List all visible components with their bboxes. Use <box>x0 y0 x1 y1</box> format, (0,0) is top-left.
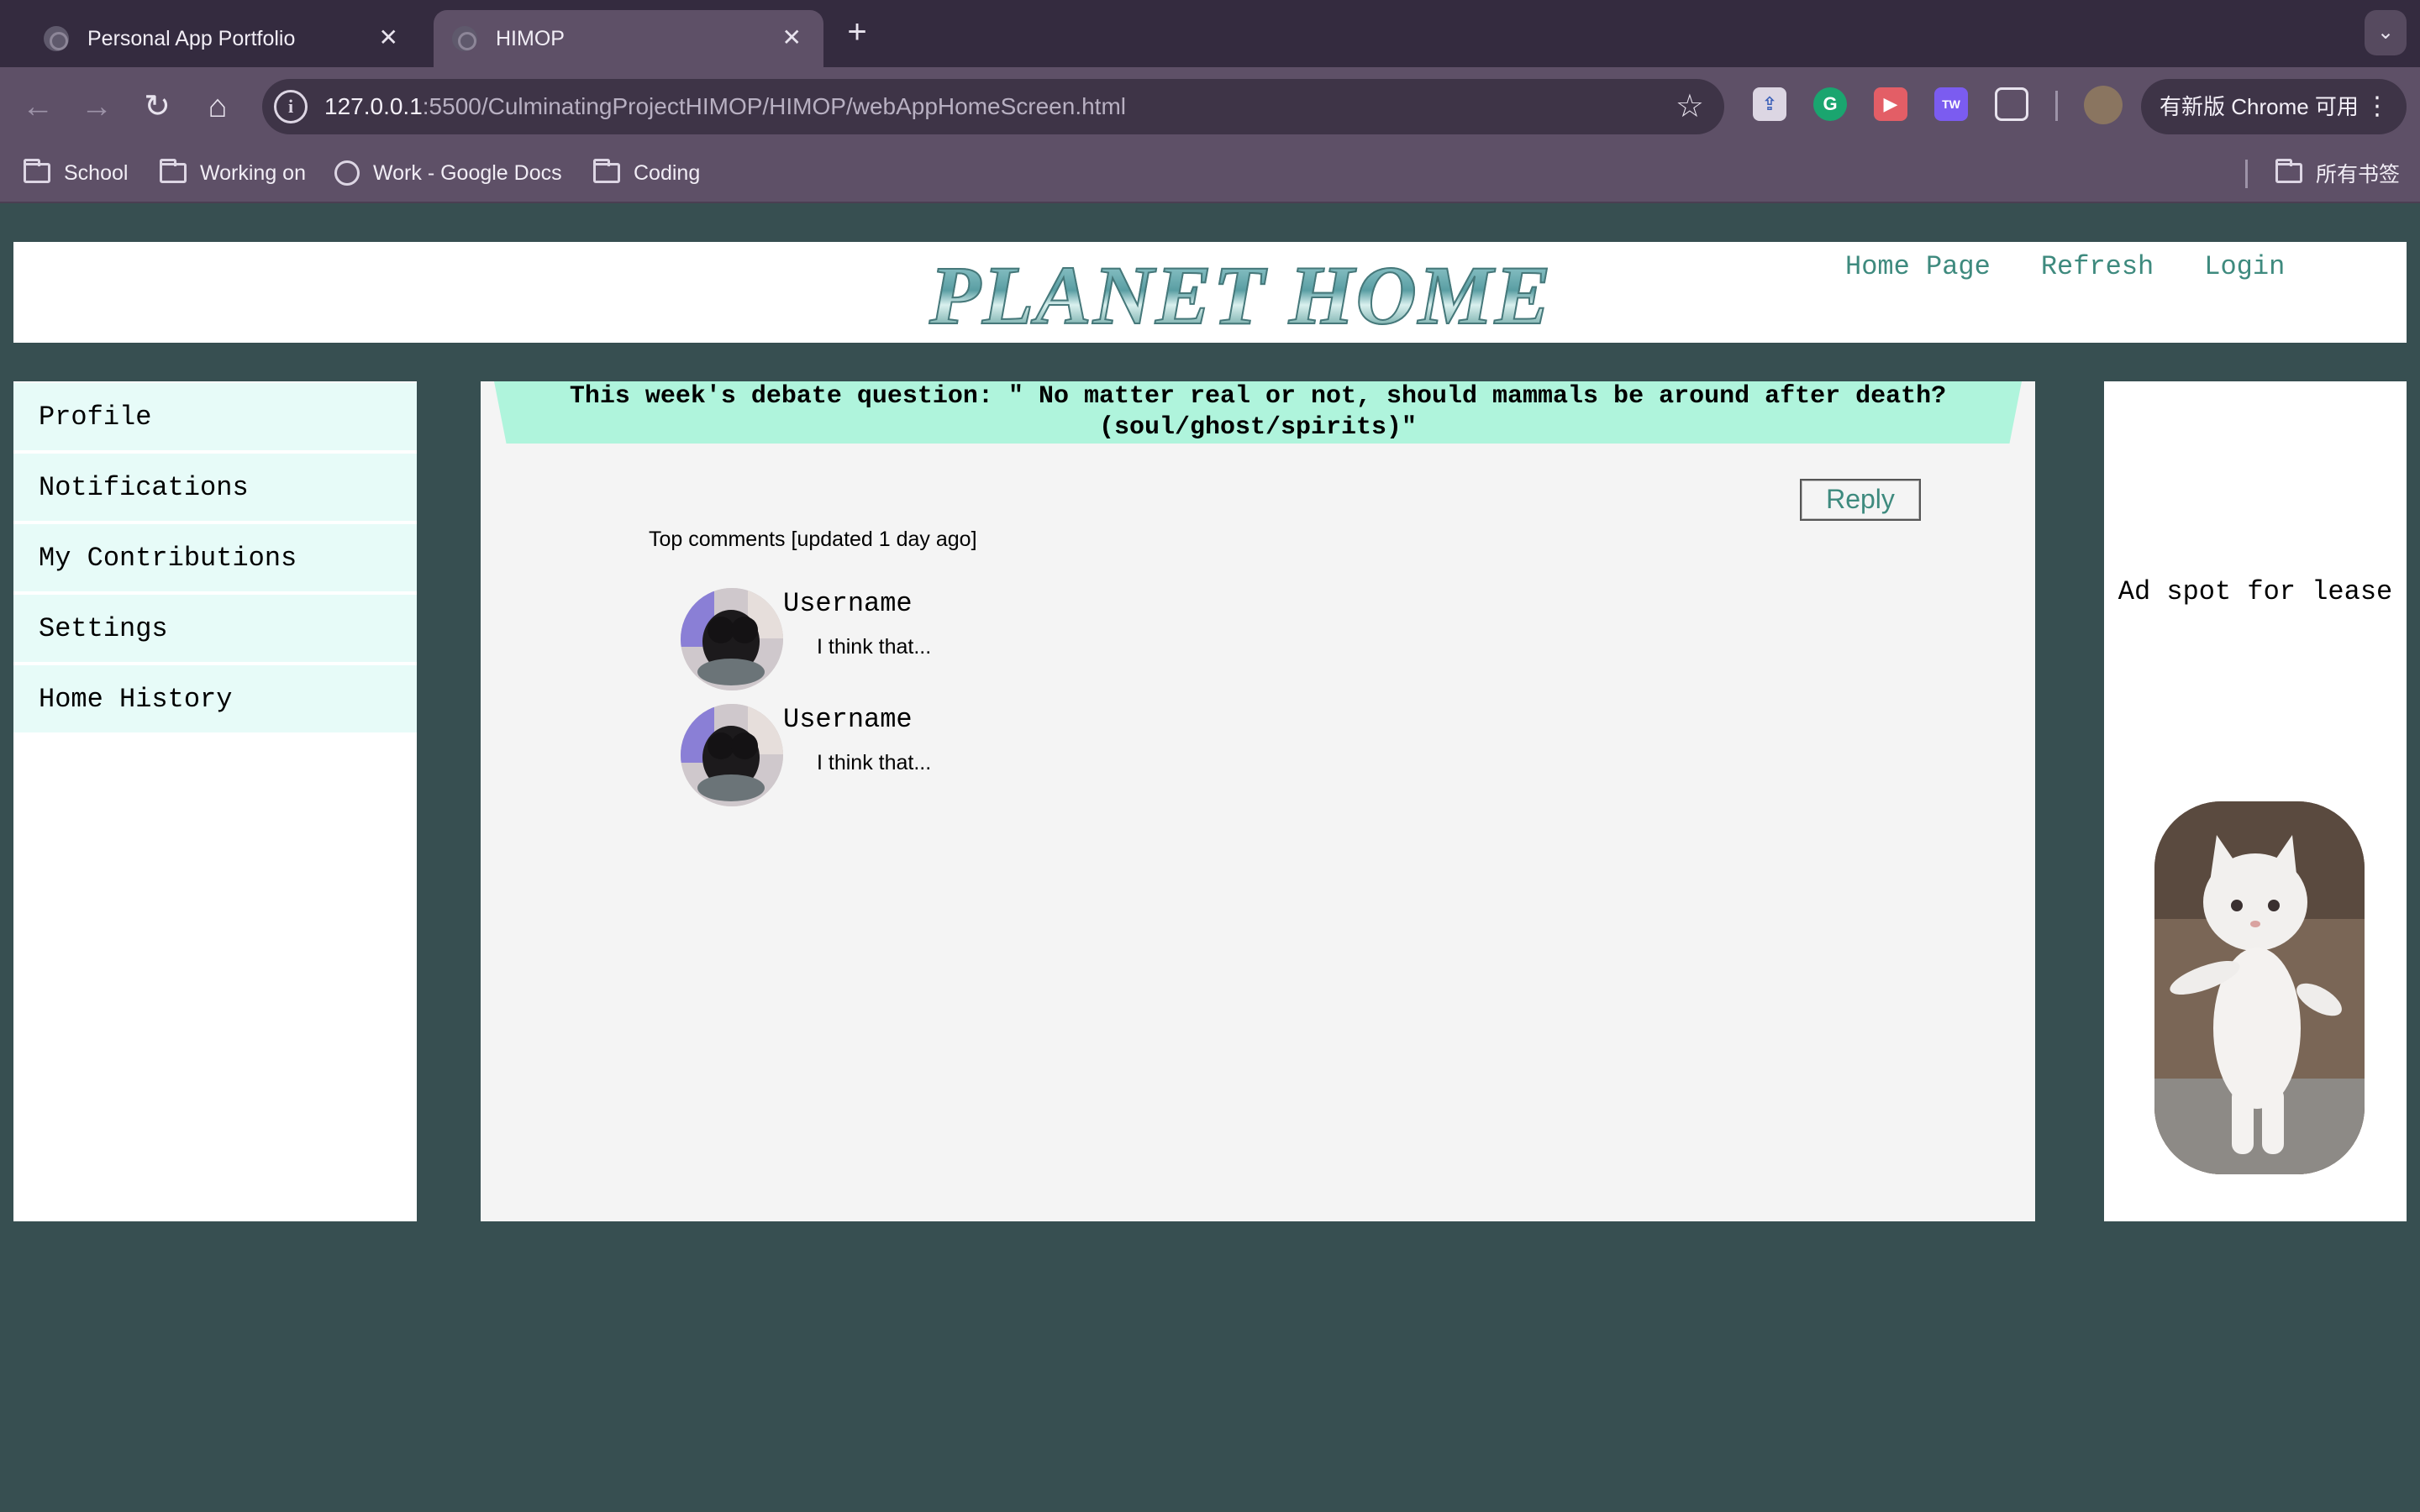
avatar <box>681 588 783 690</box>
profile-avatar[interactable] <box>2084 86 2123 124</box>
browser-tab-bar: Personal App Portfolio ✕ HIMOP ✕ + ⌄ <box>0 0 2420 67</box>
site-header: PLANET HOME Home Page Refresh Login <box>13 242 2407 343</box>
bookmark-working-on[interactable]: Working on <box>160 144 306 202</box>
debate-question-line1: This week's debate question: " No matter… <box>569 382 1947 411</box>
site-info-icon[interactable]: i <box>274 90 308 123</box>
browser-tab-portfolio[interactable]: Personal App Portfolio ✕ <box>25 10 420 67</box>
home-icon[interactable]: ⌂ <box>197 86 239 128</box>
browser-tab-himop[interactable]: HIMOP ✕ <box>434 10 823 67</box>
comments-heading: Top comments [updated 1 day ago] <box>649 528 977 551</box>
folder-icon <box>593 159 620 183</box>
forward-icon[interactable]: → <box>76 86 118 128</box>
ad-sidebar: Ad spot for lease <box>2104 381 2407 1221</box>
tab-search-button[interactable]: ⌄ <box>2365 10 2407 55</box>
debate-question-line2: (soul/ghost/spirits)" <box>1098 413 1418 442</box>
sidebar-item-profile[interactable]: Profile <box>13 383 417 452</box>
bookmark-school[interactable]: School <box>24 144 128 202</box>
close-icon[interactable]: ✕ <box>379 25 398 50</box>
puppy-avatar-icon <box>681 704 783 806</box>
web-page: PLANET HOME Home Page Refresh Login Prof… <box>0 203 2420 1512</box>
bookmark-star-icon[interactable]: ☆ <box>1676 86 1704 128</box>
cat-ad-image[interactable] <box>2154 801 2365 1174</box>
comment-text: I think that... <box>817 751 932 774</box>
chrome-update-button[interactable]: 有新版 Chrome 可用 ⋮ <box>2141 79 2407 134</box>
comment-text: I think that... <box>817 635 932 659</box>
bookmark-label: 所有书签 <box>2316 163 2401 186</box>
sidebar-item-notifications[interactable]: Notifications <box>13 454 417 522</box>
sidebar-item-home-history[interactable]: Home History <box>13 665 417 734</box>
menu-dots-icon[interactable]: ⋮ <box>2365 79 2390 134</box>
sidebar: Profile Notifications My Contributions S… <box>13 381 417 1221</box>
new-tab-button[interactable]: + <box>840 15 874 49</box>
comment-item: Username I think that... <box>681 588 1437 692</box>
reply-button[interactable]: Reply <box>1800 479 1921 521</box>
back-icon[interactable]: ← <box>17 86 59 128</box>
extensions-puzzle-icon[interactable] <box>1995 87 2028 121</box>
all-bookmarks[interactable]: 所有书签 <box>2275 144 2400 202</box>
url-text[interactable]: 127.0.0.1:5500/CulminatingProjectHIMOP/H… <box>324 79 1126 134</box>
avatar <box>681 704 783 806</box>
nav-home-page[interactable]: Home Page <box>1845 242 1991 292</box>
nav-login[interactable]: Login <box>2204 242 2285 292</box>
bookmark-label: School <box>64 160 129 185</box>
close-icon[interactable]: ✕ <box>782 25 802 50</box>
reload-icon[interactable]: ↻ <box>136 86 178 128</box>
tw-extension-icon[interactable]: TW <box>1934 87 1968 121</box>
bookmark-label: Working on <box>200 160 306 185</box>
folder-icon <box>160 159 187 183</box>
globe-icon <box>44 26 69 51</box>
tab-title: Personal App Portfolio <box>87 26 296 50</box>
nav-refresh[interactable]: Refresh <box>2041 242 2154 292</box>
sidebar-item-settings[interactable]: Settings <box>13 595 417 664</box>
update-label: 有新版 Chrome 可用 <box>2160 94 2359 119</box>
comment-username[interactable]: Username <box>783 704 913 735</box>
globe-icon <box>452 26 477 51</box>
bookmarks-bar: School Working on Work - Google Docs Cod… <box>0 144 2420 203</box>
url-path: :5500/CulminatingProjectHIMOP/HIMOP/webA… <box>422 93 1127 119</box>
video-extension-icon[interactable]: ▶ <box>1874 87 1907 121</box>
top-nav: Home Page Refresh Login <box>1845 242 2335 292</box>
puppy-avatar-icon <box>681 588 783 690</box>
address-bar[interactable]: i 127.0.0.1:5500/CulminatingProjectHIMOP… <box>262 79 1724 134</box>
folder-icon <box>2275 159 2302 183</box>
bookmarks-divider <box>2245 160 2248 188</box>
comment-item: Username I think that... <box>681 704 1437 808</box>
sidebar-item-my-contributions[interactable]: My Contributions <box>13 524 417 593</box>
main-content: This week's debate question: " No matter… <box>481 381 2035 1221</box>
extension-1-icon[interactable]: ⇪ <box>1753 87 1786 121</box>
bookmark-coding[interactable]: Coding <box>593 144 700 202</box>
url-host: 127.0.0.1 <box>324 93 423 119</box>
browser-toolbar: ← → ↻ ⌂ i 127.0.0.1:5500/CulminatingProj… <box>0 67 2420 144</box>
dancing-cat-icon <box>2154 801 2365 1174</box>
bookmark-work-google-docs[interactable]: Work - Google Docs <box>334 144 562 202</box>
tab-title: HIMOP <box>496 26 565 50</box>
debate-question-banner: This week's debate question: " No matter… <box>494 381 2022 444</box>
comment-username[interactable]: Username <box>783 588 913 619</box>
folder-icon <box>24 159 50 183</box>
bookmark-label: Coding <box>634 160 701 185</box>
globe-icon <box>334 160 360 186</box>
bookmark-label: Work - Google Docs <box>373 160 562 185</box>
toolbar-divider <box>2055 91 2058 121</box>
grammarly-icon[interactable]: G <box>1813 87 1847 121</box>
planet-home-logo: PLANET HOME <box>929 248 1553 343</box>
ad-spot-text: Ad spot for lease <box>2118 576 2393 607</box>
